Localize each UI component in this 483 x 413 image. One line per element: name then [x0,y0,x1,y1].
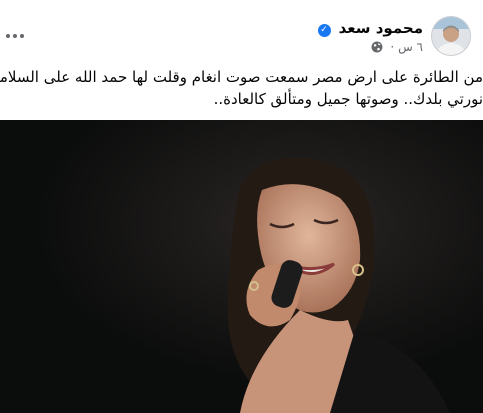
post-text-line: من الطائرة على ارض مصر سمعت صوت انغام وق… [0,68,483,86]
meta-separator: · [390,40,395,54]
verified-badge-icon: ✓ [317,24,331,37]
post-photo[interactable] [0,120,483,413]
globe-icon[interactable] [371,41,383,53]
post-time[interactable]: ٦ س [398,40,423,54]
post-header: محمود سعد ✓ ٦ س · [0,16,471,60]
more-options-icon [6,34,24,38]
post-meta: ٦ س · [371,40,423,54]
author-name-row: محمود سعد ✓ [317,18,423,37]
post-body-text: من الطائرة على ارض مصر سمعت صوت انغام وق… [0,66,483,110]
facebook-post: محمود سعد ✓ ٦ س · من الطائرة على ارض مصر… [0,0,483,413]
more-options-button[interactable] [4,28,26,44]
post-text-line: نورتي بلدك.. وصوتها جميل ومتألق كالعادة.… [213,90,483,108]
author-avatar[interactable] [431,16,471,56]
singer-photo [0,120,483,413]
author-name[interactable]: محمود سعد [339,19,423,37]
